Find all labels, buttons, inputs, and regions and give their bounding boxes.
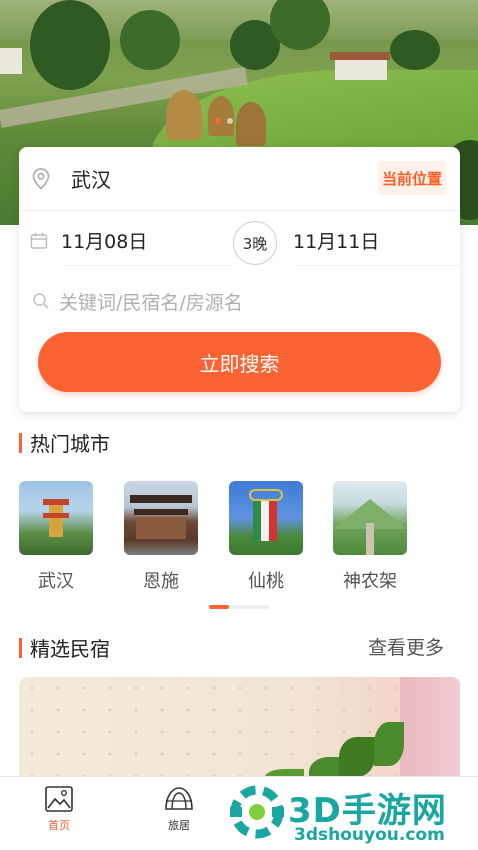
tab-label: 旅居: [168, 819, 190, 832]
calendar-icon: [27, 229, 51, 253]
tab-home[interactable]: 首页: [29, 785, 89, 833]
tower-shape: [49, 503, 63, 537]
plant-leaf: [339, 737, 375, 777]
tab-travel-stay[interactable]: 旅居: [149, 785, 209, 833]
hero-house: [0, 48, 22, 74]
curtain-shape: [400, 677, 460, 787]
view-more-link[interactable]: 查看更多: [368, 633, 444, 660]
city-card-wuhan[interactable]: 武汉: [19, 481, 93, 593]
hot-cities-list: 武汉 恩施 仙桃 神农架: [19, 481, 459, 593]
indicator-fill: [209, 605, 229, 609]
city-image: [19, 481, 93, 555]
watermark-logo-icon: [230, 785, 284, 839]
city-name: 恩施: [143, 571, 179, 592]
roof-shape: [130, 495, 192, 503]
city-image: [229, 481, 303, 555]
city-image: [124, 481, 198, 555]
banner-indicator: [215, 118, 233, 124]
roof-shape: [43, 499, 69, 505]
city-name: 仙桃: [248, 571, 284, 592]
checkin-date[interactable]: 11月08日: [61, 227, 147, 254]
watermark: 3D手游网 3dshouyou.com: [222, 775, 478, 850]
search-card: 武汉 当前位置 11月08日 3晚 11月11日 关键词/民宿名/房源名 立即搜…: [19, 147, 460, 412]
tent-icon: [164, 785, 194, 813]
hero-haystack: [236, 102, 266, 146]
city-value[interactable]: 武汉: [71, 164, 111, 193]
banner-dot: [227, 118, 233, 124]
hero-roof: [330, 52, 390, 60]
hero-tree: [120, 10, 180, 70]
city-image: [333, 481, 407, 555]
city-name: 武汉: [38, 571, 74, 592]
current-location-button[interactable]: 当前位置: [377, 161, 446, 195]
monument-shape: [269, 501, 277, 541]
keyword-input[interactable]: 关键词/民宿名/房源名: [59, 288, 243, 315]
location-pin-icon: [29, 167, 53, 191]
accent-bar: [19, 637, 22, 658]
path-shape: [366, 523, 374, 555]
hero-house: [335, 58, 387, 80]
featured-heading: 精选民宿: [19, 633, 110, 662]
watermark-url: 3dshouyou.com: [294, 825, 445, 845]
city-card-shennongjia[interactable]: 神农架: [333, 481, 407, 593]
date-row: 11月08日 3晚 11月11日: [19, 211, 460, 271]
roof-shape: [43, 513, 69, 518]
divider: [295, 265, 460, 266]
checkout-date[interactable]: 11月11日: [293, 227, 379, 254]
banner-dot: [215, 118, 221, 124]
featured-title: 精选民宿: [30, 637, 110, 661]
rings-shape: [249, 489, 283, 501]
tab-label: 首页: [48, 819, 70, 832]
hero-tree: [30, 0, 110, 90]
search-button[interactable]: 立即搜索: [38, 332, 441, 392]
divider: [63, 265, 231, 266]
hero-tree: [390, 30, 440, 70]
search-icon: [29, 289, 53, 313]
roof-shape: [134, 509, 188, 515]
monument-shape: [253, 501, 261, 541]
city-row[interactable]: 武汉 当前位置: [19, 147, 460, 211]
building-shape: [136, 517, 186, 539]
hero-haystack: [208, 96, 234, 136]
nights-badge: 3晚: [233, 221, 277, 265]
accent-bar: [19, 432, 22, 453]
picture-icon: [44, 785, 74, 813]
hot-cities-heading: 热门城市: [19, 428, 110, 457]
plant-leaf: [374, 722, 404, 766]
city-name: 神农架: [343, 571, 397, 592]
hero-haystack: [166, 90, 202, 140]
featured-homestay-image[interactable]: [19, 677, 460, 787]
monument-shape: [261, 501, 269, 541]
city-card-enshi[interactable]: 恩施: [124, 481, 198, 593]
hot-cities-title: 热门城市: [30, 432, 110, 456]
keyword-row[interactable]: 关键词/民宿名/房源名: [19, 273, 460, 329]
city-card-xiantao[interactable]: 仙桃: [229, 481, 303, 593]
cities-scroll-indicator: [209, 605, 269, 609]
